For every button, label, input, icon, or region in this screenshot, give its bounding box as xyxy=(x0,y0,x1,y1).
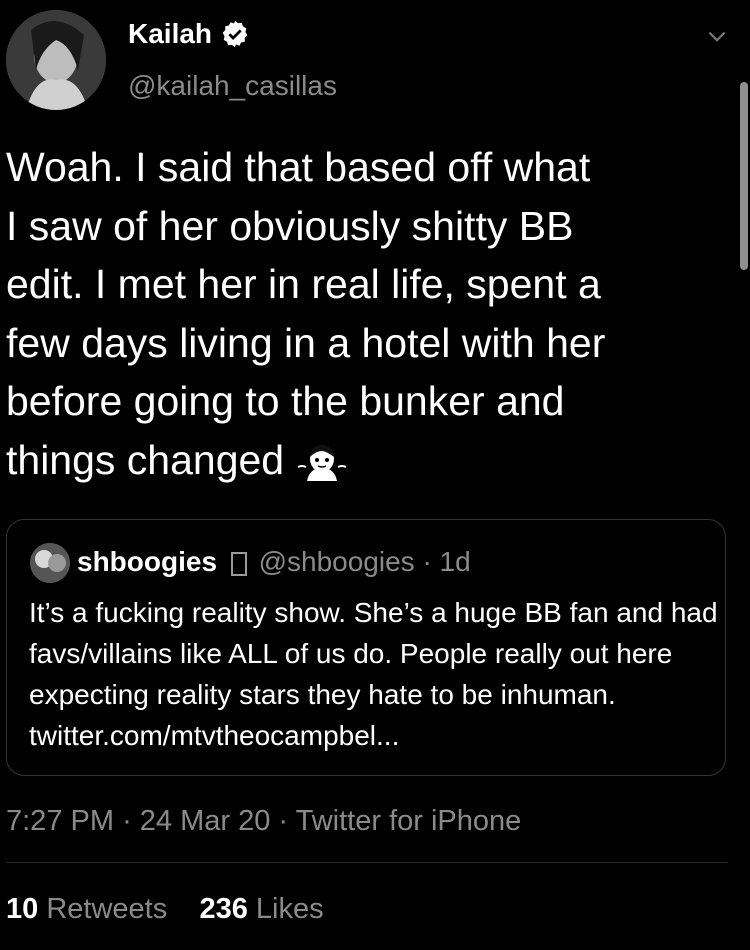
quoted-handle[interactable]: @shboogies xyxy=(259,546,415,577)
quoted-header: shboogies @shboogies · 1d xyxy=(77,546,471,578)
tweet-text-content: Woah. I said that based off what I saw o… xyxy=(6,144,606,483)
author-name[interactable]: Kailah xyxy=(128,18,250,50)
quoted-age: · 1d xyxy=(422,546,471,577)
scrollbar[interactable] xyxy=(740,82,748,270)
author-handle[interactable]: @kailah_casillas xyxy=(128,70,337,102)
retweets-stat[interactable]: 10 Retweets xyxy=(6,893,167,925)
chevron-down-icon[interactable] xyxy=(704,24,730,50)
timestamp-row: 7:27 PM · 24 Mar 20 · Twitter for iPhone xyxy=(6,805,521,838)
quoted-text: It’s a fucking reality show. She’s a hug… xyxy=(29,597,718,751)
tweet-text: Woah. I said that based off what I saw o… xyxy=(6,138,706,489)
likes-label: Likes xyxy=(255,893,324,925)
tweet-time[interactable]: 7:27 PM xyxy=(6,805,114,837)
divider xyxy=(6,862,728,863)
engagement-stats: 10 Retweets 236 Likes xyxy=(6,893,324,926)
profile-avatar[interactable] xyxy=(6,10,106,110)
tweet-source[interactable]: Twitter for iPhone xyxy=(296,805,522,837)
retweets-count: 10 xyxy=(6,893,39,925)
author-name-text: Kailah xyxy=(128,18,213,49)
quoted-tweet-card[interactable]: shboogies @shboogies · 1d It’s a fucking… xyxy=(6,519,726,776)
likes-count: 236 xyxy=(199,893,248,925)
emoji-placeholder-icon xyxy=(230,551,247,576)
separator-dot: · xyxy=(122,805,140,837)
likes-stat[interactable]: 236 Likes xyxy=(199,893,323,925)
quoted-name[interactable]: shboogies xyxy=(77,546,217,577)
separator-dot: · xyxy=(278,805,296,837)
retweets-label: Retweets xyxy=(46,893,168,925)
shrugging-woman-emoji-icon xyxy=(297,444,346,481)
verified-badge-icon xyxy=(222,20,248,48)
quoted-avatar[interactable] xyxy=(30,543,70,583)
tweet-date[interactable]: 24 Mar 20 xyxy=(140,805,271,837)
